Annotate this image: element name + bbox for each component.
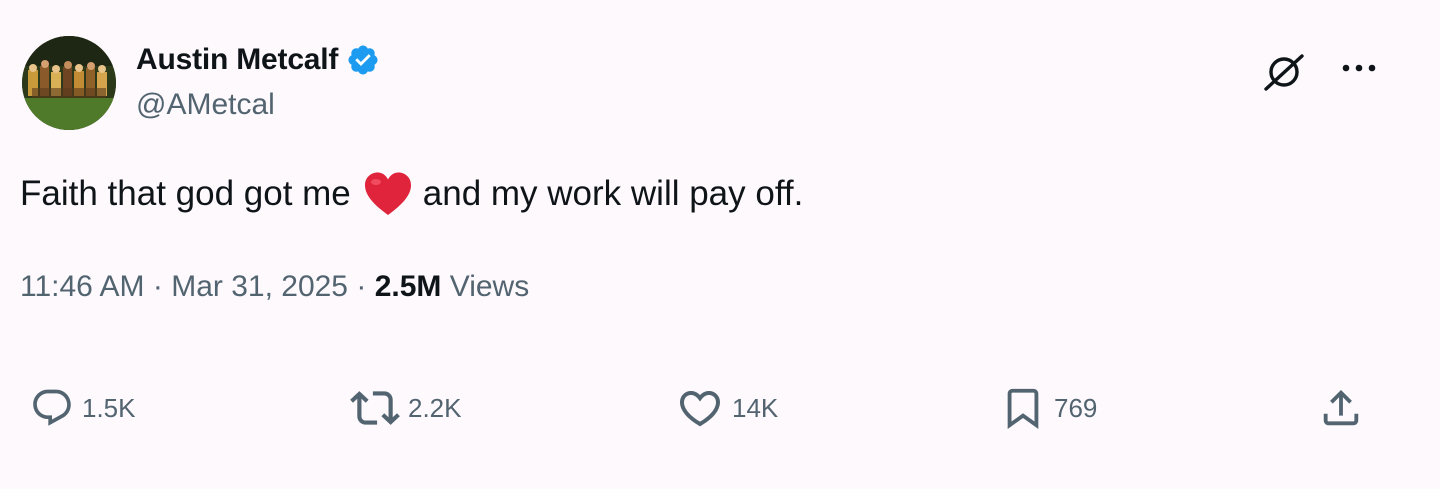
views-count[interactable]: 2.5M: [375, 270, 442, 303]
grok-icon[interactable]: [1262, 52, 1306, 92]
like-count: 14K: [732, 392, 779, 423]
reply-icon: [33, 389, 71, 426]
meta-separator: ·: [356, 270, 367, 303]
tweet-time[interactable]: 11:46 AM: [20, 270, 145, 303]
author-display-name[interactable]: Austin Metcalf: [136, 43, 338, 77]
reply-button[interactable]: 1.5K: [30, 380, 136, 436]
action-bar: 1.5K 2.2K 14K 769: [0, 380, 1440, 436]
avatar-image: [22, 36, 116, 130]
more-horizontal-icon[interactable]: [1338, 54, 1380, 82]
avatar[interactable]: [22, 36, 116, 130]
tweet-text: Faith that god got me and my work will p…: [20, 168, 803, 220]
tweet-meta: 11:46 AM · Mar 31, 2025 · 2.5M Views: [20, 265, 529, 309]
repost-count: 2.2K: [408, 392, 462, 423]
heart-icon: [679, 391, 721, 427]
tweet-card: Austin Metcalf @AMetcal Faith that god g…: [0, 0, 1440, 489]
repost-icon: [350, 391, 400, 425]
bookmark-icon: [1007, 388, 1039, 429]
share-button[interactable]: [1318, 380, 1364, 436]
share-icon: [1323, 389, 1359, 426]
tweet-text-part-1: Faith that god got me: [20, 174, 351, 213]
red-heart-emoji-icon: [363, 171, 413, 217]
bookmark-button[interactable]: 769: [1000, 380, 1097, 436]
author-handle[interactable]: @AMetcal: [136, 88, 275, 122]
tweet-date[interactable]: Mar 31, 2025: [171, 270, 348, 303]
meta-separator: ·: [152, 270, 163, 303]
views-label[interactable]: Views: [450, 270, 529, 303]
bookmark-count: 769: [1054, 392, 1098, 423]
reply-count: 1.5K: [82, 392, 136, 423]
repost-button[interactable]: 2.2K: [350, 380, 462, 436]
tweet-text-part-2: and my work will pay off.: [422, 174, 804, 213]
like-button[interactable]: 14K: [676, 380, 778, 436]
author-name-row: Austin Metcalf: [136, 40, 380, 80]
verified-badge-icon[interactable]: [346, 43, 380, 77]
